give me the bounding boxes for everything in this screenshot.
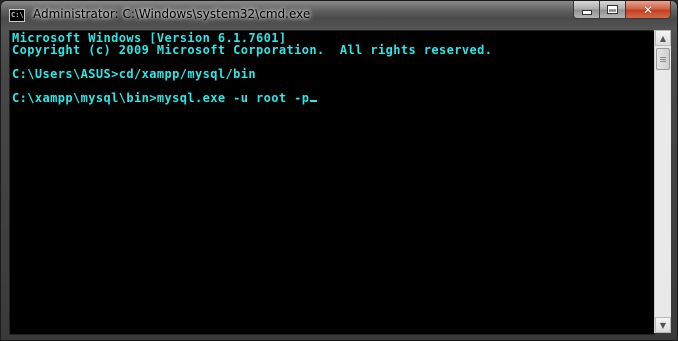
maximize-button[interactable] — [600, 1, 626, 19]
scroll-down-arrow-icon[interactable]: ▼ — [655, 317, 671, 333]
minimize-button[interactable] — [573, 1, 600, 19]
scroll-grip-line — [660, 57, 666, 58]
scroll-grip-line — [660, 61, 666, 62]
console-area[interactable]: Microsoft Windows [Version 6.1.7601] Copy… — [9, 30, 655, 335]
vertical-scrollbar[interactable]: ▲ ▼ — [654, 30, 671, 333]
close-button[interactable]: ✕ — [626, 1, 671, 19]
maximize-icon — [607, 5, 618, 14]
window-title: Administrator: C:\Windows\system32\cmd.e… — [33, 7, 311, 21]
scroll-up-arrow-icon[interactable]: ▲ — [655, 30, 671, 46]
text-cursor — [310, 100, 318, 102]
console-line-cd-command: C:\Users\ASUS>cd/xampp/mysql/bin — [12, 67, 256, 81]
caption-buttons: ✕ — [573, 1, 671, 20]
close-icon: ✕ — [642, 2, 654, 17]
scrollbar-thumb[interactable] — [656, 48, 670, 70]
console-text: Microsoft Windows [Version 6.1.7601] Copy… — [12, 32, 492, 104]
cmd-app-icon[interactable]: C:\ — [9, 9, 25, 22]
title-bar[interactable]: C:\ Administrator: C:\Windows\system32\c… — [1, 1, 677, 30]
scroll-grip-line — [660, 59, 666, 60]
console-prompt-command: C:\xampp\mysql\bin>mysql.exe -u root -p — [12, 91, 310, 105]
cmd-window: C:\ Administrator: C:\Windows\system32\c… — [0, 0, 678, 341]
minimize-icon — [581, 10, 592, 15]
console-line-prompt[interactable]: C:\xampp\mysql\bin>mysql.exe -u root -p — [12, 92, 492, 104]
console-line-copyright: Copyright (c) 2009 Microsoft Corporation… — [12, 43, 493, 57]
